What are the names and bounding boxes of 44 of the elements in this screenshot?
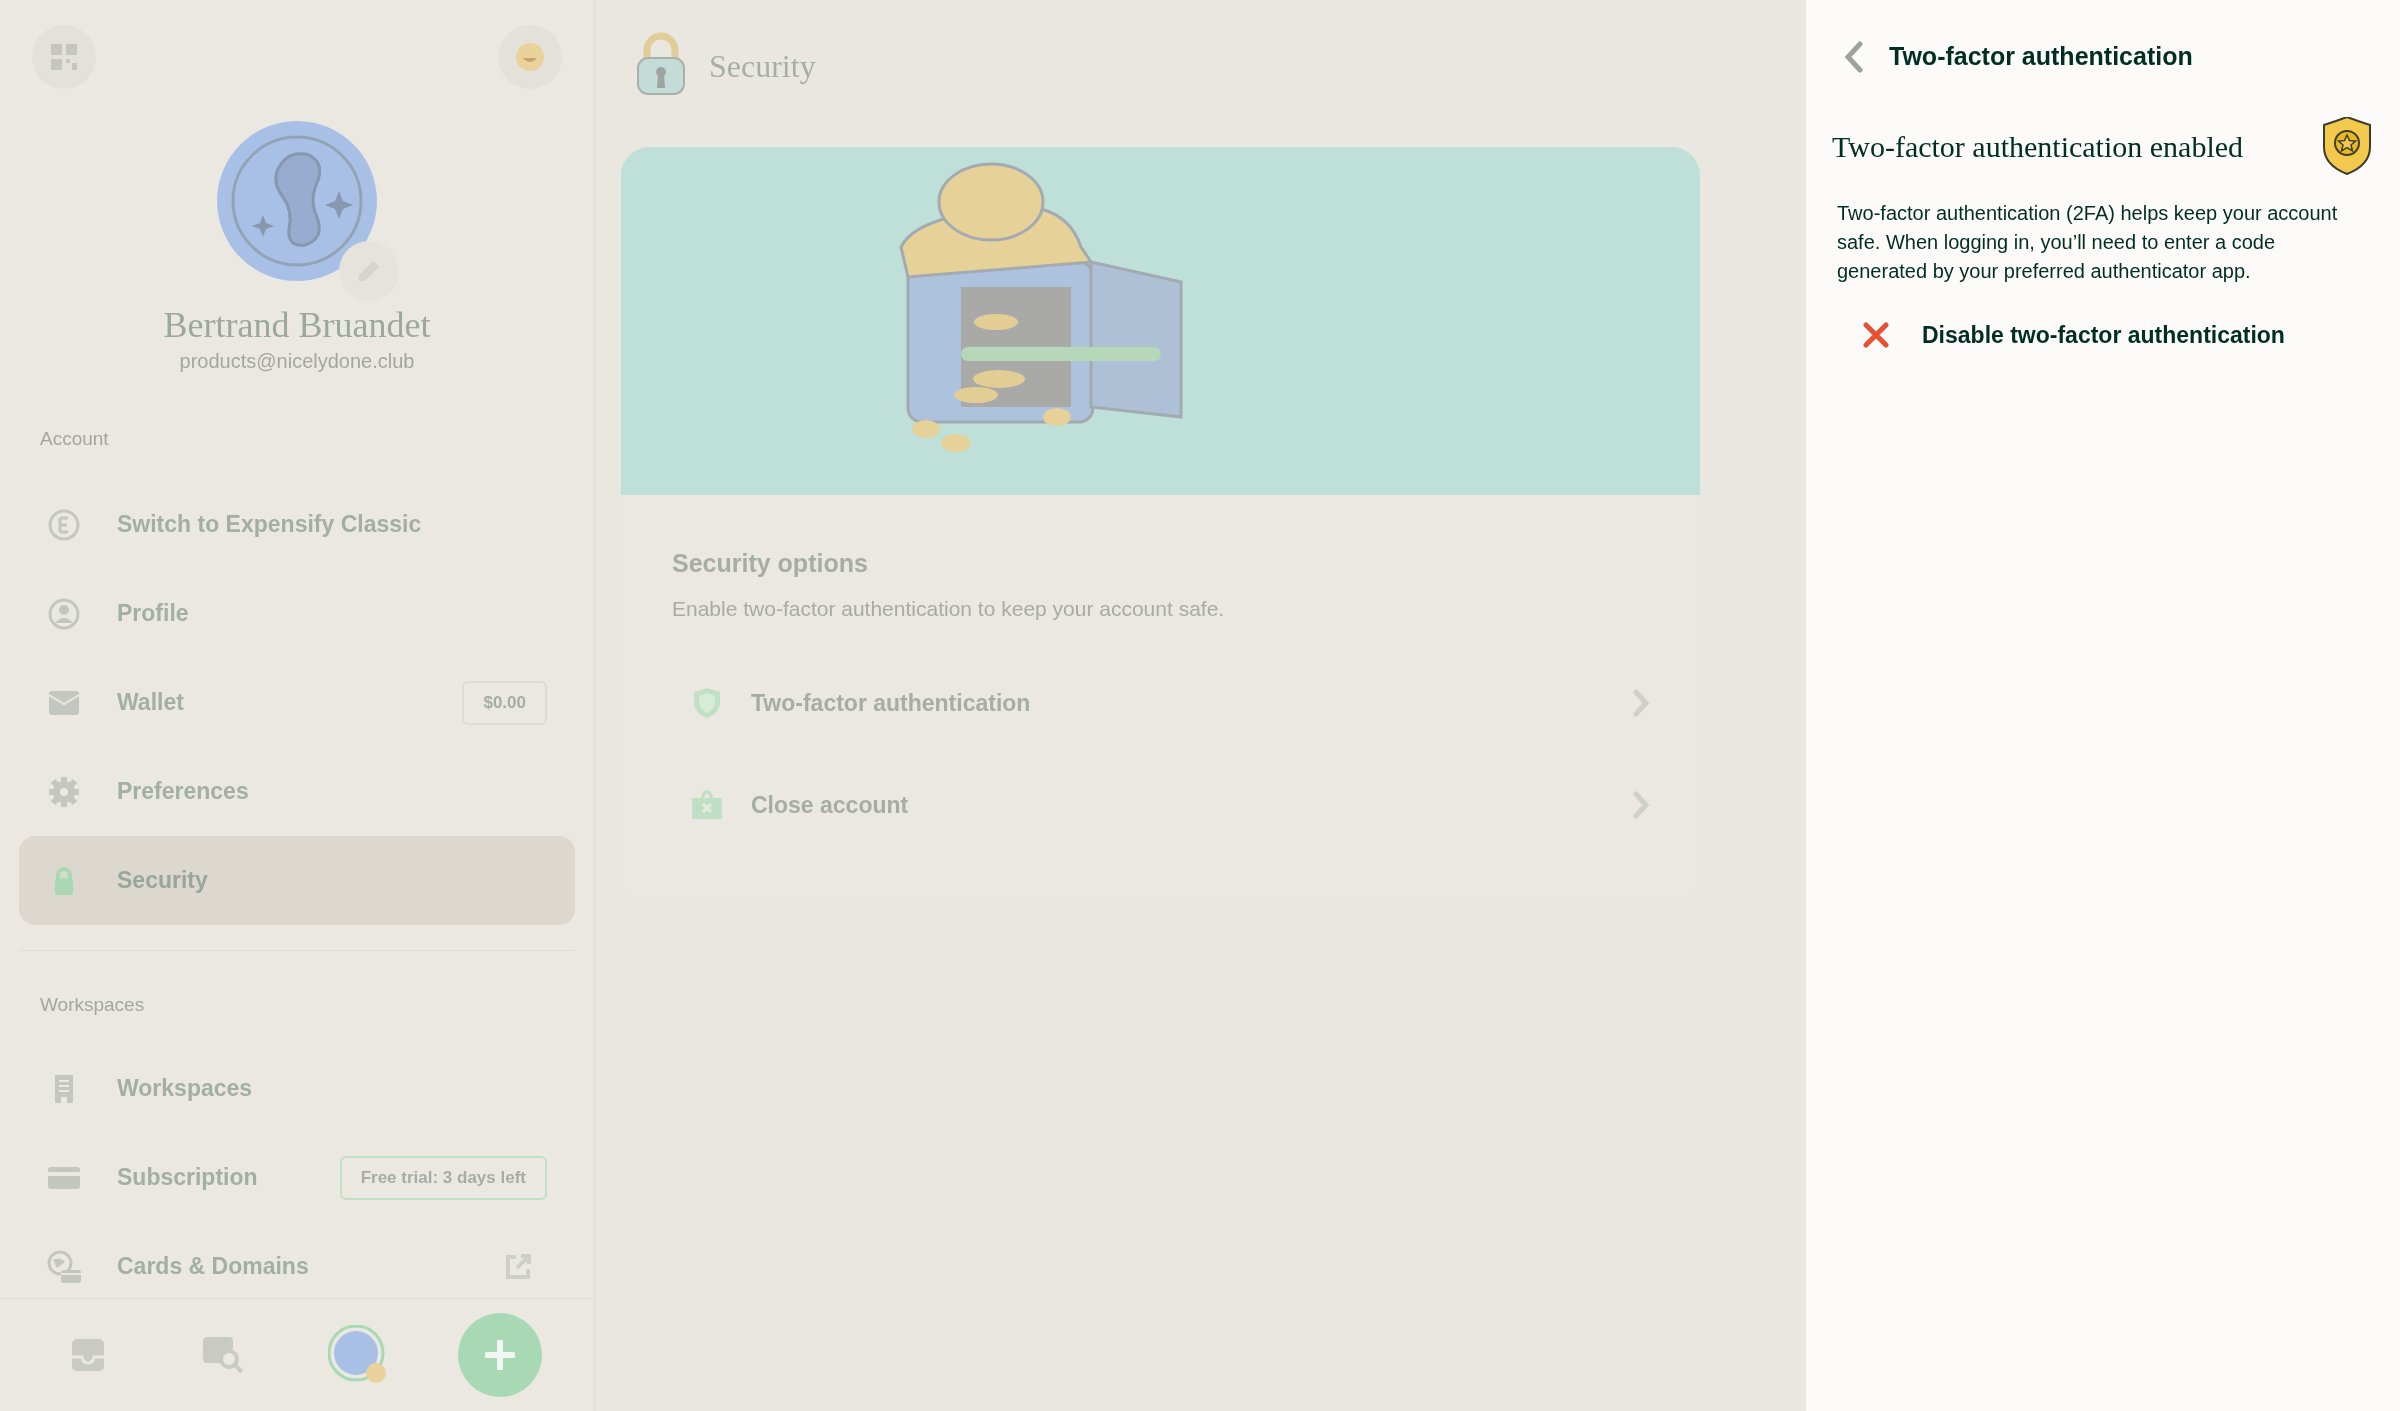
- external-link-icon: [503, 1251, 533, 1282]
- shield-badge-icon: [2320, 117, 2374, 175]
- menu-item[interactable]: Wallet $0.00: [19, 658, 575, 747]
- disable-2fa-button[interactable]: Disable two-factor authentication: [1863, 310, 2285, 360]
- menu-item[interactable]: Preferences: [19, 747, 575, 836]
- profile-email: products@nicelydone.club: [179, 349, 415, 374]
- menu-item[interactable]: Workspaces: [19, 1044, 575, 1133]
- section-title: Security options: [671, 548, 869, 579]
- emoji-icon: [515, 42, 545, 72]
- globe-card-icon: [47, 1249, 81, 1284]
- letter-e-icon: [48, 508, 80, 541]
- menu-item[interactable]: Cards & Domains: [19, 1222, 575, 1298]
- credit-card-icon: [48, 1164, 80, 1191]
- search-icon: [200, 1335, 245, 1375]
- chevron-right-icon: [1632, 791, 1650, 819]
- option-row[interactable]: Two-factor authentication: [621, 652, 1700, 754]
- panel-heading: Two-factor authentication enabled: [1832, 128, 2244, 165]
- menu-item[interactable]: Profile: [19, 569, 575, 658]
- menu-item[interactable]: Switch to Expensify Classic: [19, 480, 575, 569]
- menu-item[interactable]: Security: [19, 836, 575, 925]
- plus-icon: [484, 1340, 515, 1370]
- panel-title: Two-factor authentication: [1889, 41, 2193, 73]
- user-icon: [48, 597, 80, 630]
- shield-icon: [692, 687, 722, 719]
- section-heading: Workspaces: [39, 993, 146, 1017]
- wallet-icon: [48, 688, 80, 717]
- section-subtitle: Enable two-factor authentication to keep your account safe.: [671, 595, 1226, 622]
- padlock-icon: [635, 32, 687, 96]
- status-badge: Free trial: 3 days left: [339, 1155, 547, 1200]
- section-heading: Account: [39, 427, 110, 451]
- page-title: Security: [709, 47, 816, 86]
- avatar-icon: [327, 1325, 388, 1385]
- close-icon: [1863, 322, 1889, 348]
- gear-icon: [48, 775, 80, 808]
- back-chevron-icon: [1844, 41, 1864, 73]
- panel-description: Two-factor authentication (2FA) helps keep your account safe. When logging in, you’ll need to enter a code generated by your preferred authenticator app.: [1836, 201, 2339, 284]
- menu-item[interactable]: Subscription Free trial: 3 days left: [19, 1133, 575, 1222]
- inbox-icon: [69, 1337, 106, 1373]
- chevron-right-icon: [1632, 689, 1650, 717]
- option-row[interactable]: Close account: [621, 754, 1700, 856]
- briefcase-x-icon: [691, 790, 723, 820]
- profile-name: Bertrand Bruandet: [163, 304, 431, 347]
- qr-code-icon: [51, 44, 77, 70]
- status-badge: $0.00: [462, 680, 547, 725]
